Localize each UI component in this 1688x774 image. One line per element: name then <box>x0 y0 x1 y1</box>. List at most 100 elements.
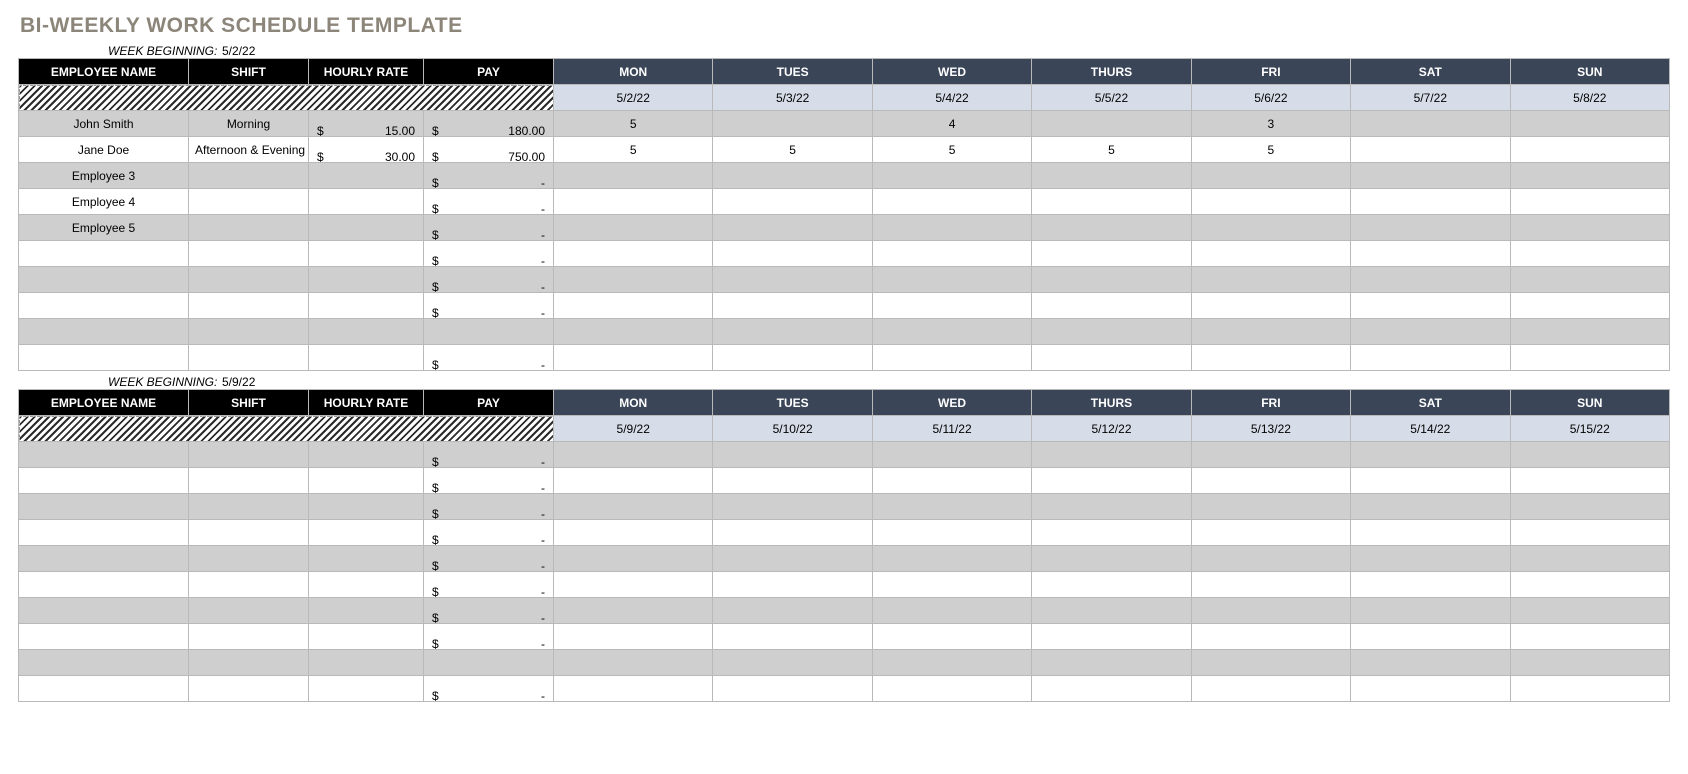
hours-cell[interactable] <box>713 345 872 371</box>
hours-cell[interactable] <box>1351 494 1510 520</box>
hours-cell[interactable] <box>1510 137 1669 163</box>
hours-cell[interactable] <box>1351 345 1510 371</box>
hours-cell[interactable] <box>1032 189 1191 215</box>
rate-cell[interactable] <box>309 598 424 624</box>
hours-cell[interactable] <box>713 650 872 676</box>
hours-cell[interactable] <box>713 598 872 624</box>
hours-cell[interactable] <box>1191 442 1350 468</box>
shift-cell[interactable] <box>189 494 309 520</box>
hours-cell[interactable] <box>554 163 713 189</box>
hours-cell[interactable] <box>1510 624 1669 650</box>
hours-cell[interactable] <box>554 442 713 468</box>
rate-cell[interactable] <box>309 345 424 371</box>
hours-cell[interactable] <box>1510 572 1669 598</box>
rate-cell[interactable] <box>309 520 424 546</box>
hours-cell[interactable] <box>1510 494 1669 520</box>
rate-cell[interactable] <box>309 572 424 598</box>
hours-cell[interactable] <box>872 345 1031 371</box>
employee-name-cell[interactable] <box>19 676 189 702</box>
hours-cell[interactable] <box>872 546 1031 572</box>
employee-name-cell[interactable] <box>19 345 189 371</box>
employee-name-cell[interactable] <box>19 572 189 598</box>
hours-cell[interactable] <box>1191 345 1350 371</box>
hours-cell[interactable] <box>1510 442 1669 468</box>
hours-cell[interactable]: 5 <box>713 137 872 163</box>
hours-cell[interactable] <box>872 520 1031 546</box>
shift-cell[interactable] <box>189 520 309 546</box>
employee-name-cell[interactable]: Employee 4 <box>19 189 189 215</box>
hours-cell[interactable] <box>872 676 1031 702</box>
shift-cell[interactable] <box>189 215 309 241</box>
date-cell[interactable]: 5/2/22 <box>554 85 713 111</box>
hours-cell[interactable] <box>1191 546 1350 572</box>
hours-cell[interactable] <box>1032 520 1191 546</box>
hours-cell[interactable] <box>713 111 872 137</box>
employee-name-cell[interactable] <box>19 319 189 345</box>
rate-cell[interactable] <box>309 650 424 676</box>
hours-cell[interactable] <box>554 650 713 676</box>
hours-cell[interactable] <box>1510 111 1669 137</box>
shift-cell[interactable] <box>189 293 309 319</box>
hours-cell[interactable] <box>1032 572 1191 598</box>
hours-cell[interactable] <box>713 546 872 572</box>
hours-cell[interactable] <box>1351 676 1510 702</box>
hours-cell[interactable] <box>1032 293 1191 319</box>
hours-cell[interactable] <box>1510 241 1669 267</box>
hours-cell[interactable] <box>1510 546 1669 572</box>
hours-cell[interactable] <box>1191 163 1350 189</box>
hours-cell[interactable]: 5 <box>872 137 1031 163</box>
employee-name-cell[interactable] <box>19 442 189 468</box>
hours-cell[interactable] <box>713 293 872 319</box>
hours-cell[interactable]: 5 <box>554 111 713 137</box>
hours-cell[interactable] <box>1510 598 1669 624</box>
hours-cell[interactable] <box>1351 442 1510 468</box>
hours-cell[interactable] <box>1191 650 1350 676</box>
shift-cell[interactable] <box>189 598 309 624</box>
hours-cell[interactable] <box>872 241 1031 267</box>
hours-cell[interactable] <box>872 293 1031 319</box>
hours-cell[interactable]: 5 <box>1032 137 1191 163</box>
hours-cell[interactable] <box>1032 267 1191 293</box>
hours-cell[interactable] <box>554 546 713 572</box>
hours-cell[interactable]: 4 <box>872 111 1031 137</box>
hours-cell[interactable] <box>1032 624 1191 650</box>
shift-cell[interactable] <box>189 189 309 215</box>
date-cell[interactable]: 5/10/22 <box>713 416 872 442</box>
shift-cell[interactable] <box>189 676 309 702</box>
hours-cell[interactable] <box>1510 676 1669 702</box>
rate-cell[interactable] <box>309 267 424 293</box>
rate-cell[interactable] <box>309 442 424 468</box>
date-cell[interactable]: 5/7/22 <box>1351 85 1510 111</box>
hours-cell[interactable] <box>1191 598 1350 624</box>
hours-cell[interactable] <box>872 267 1031 293</box>
employee-name-cell[interactable] <box>19 241 189 267</box>
hours-cell[interactable] <box>1351 163 1510 189</box>
hours-cell[interactable] <box>713 163 872 189</box>
hours-cell[interactable] <box>713 442 872 468</box>
shift-cell[interactable] <box>189 319 309 345</box>
hours-cell[interactable] <box>872 650 1031 676</box>
hours-cell[interactable] <box>1032 598 1191 624</box>
date-cell[interactable]: 5/3/22 <box>713 85 872 111</box>
hours-cell[interactable] <box>713 624 872 650</box>
hours-cell[interactable] <box>1510 293 1669 319</box>
employee-name-cell[interactable] <box>19 293 189 319</box>
hours-cell[interactable] <box>1351 111 1510 137</box>
hours-cell[interactable] <box>1191 494 1350 520</box>
hours-cell[interactable] <box>1191 676 1350 702</box>
hours-cell[interactable] <box>1032 468 1191 494</box>
date-cell[interactable]: 5/14/22 <box>1351 416 1510 442</box>
hours-cell[interactable] <box>713 572 872 598</box>
hours-cell[interactable] <box>1032 163 1191 189</box>
hours-cell[interactable] <box>872 572 1031 598</box>
hours-cell[interactable] <box>1191 319 1350 345</box>
shift-cell[interactable] <box>189 650 309 676</box>
date-cell[interactable]: 5/5/22 <box>1032 85 1191 111</box>
week-beginning-value[interactable]: 5/9/22 <box>218 375 255 389</box>
date-cell[interactable]: 5/13/22 <box>1191 416 1350 442</box>
hours-cell[interactable] <box>1351 137 1510 163</box>
hours-cell[interactable] <box>713 267 872 293</box>
hours-cell[interactable] <box>1510 468 1669 494</box>
hours-cell[interactable] <box>554 468 713 494</box>
shift-cell[interactable] <box>189 572 309 598</box>
